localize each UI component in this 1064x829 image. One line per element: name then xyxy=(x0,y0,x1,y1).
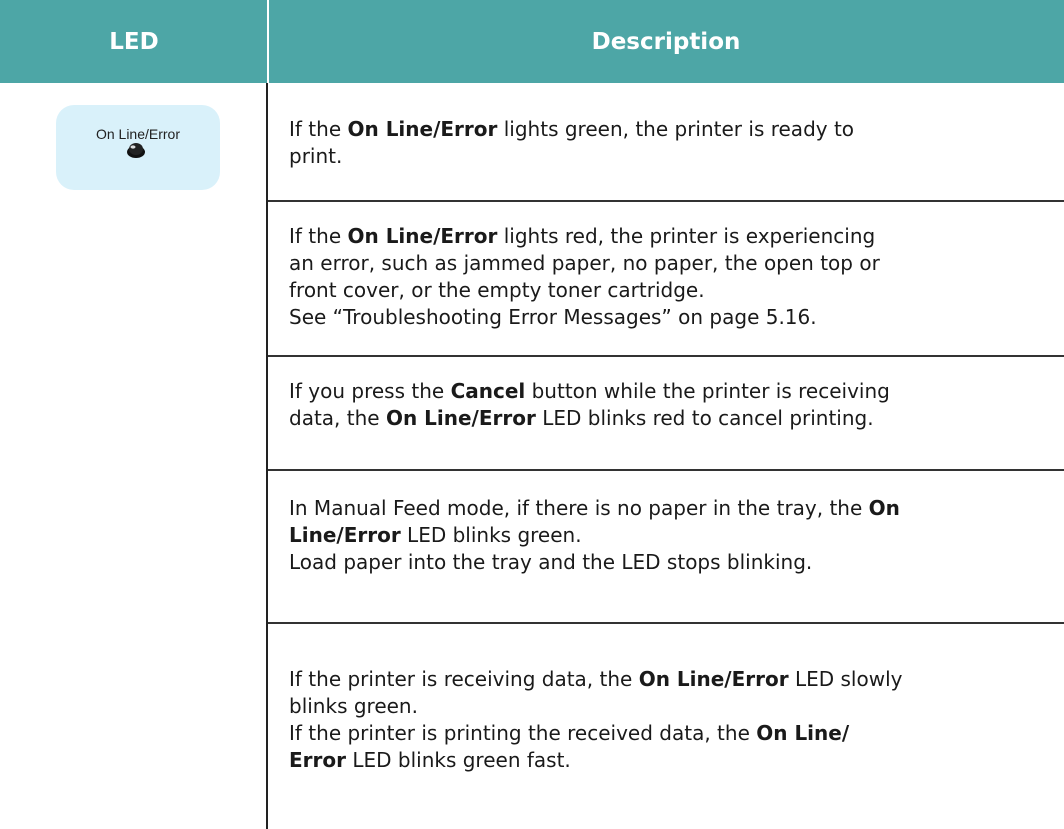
text-line: an error, such as jammed paper, no paper… xyxy=(289,250,1040,277)
row-text: If the printer is receiving data, the On… xyxy=(289,666,1040,774)
bold-term: On xyxy=(868,496,900,520)
text-segment: LED blinks green fast. xyxy=(346,748,571,772)
text-segment: an error, such as jammed paper, no paper… xyxy=(289,251,880,275)
description-row-5: If the printer is receiving data, the On… xyxy=(268,624,1064,829)
text-line: blinks green. xyxy=(289,693,1040,720)
text-segment: If you press the xyxy=(289,379,451,403)
text-segment: In Manual Feed mode, if there is no pape… xyxy=(289,496,869,520)
text-segment: data, the xyxy=(289,406,386,430)
text-segment: If the xyxy=(289,224,348,248)
text-line: print. xyxy=(289,143,1040,170)
text-line: If the printer is printing the received … xyxy=(289,720,1040,747)
row-text: If you press the Cancel button while the… xyxy=(289,378,1040,432)
bold-term: Line/Error xyxy=(289,523,401,547)
table-header: LED Description xyxy=(0,0,1064,83)
text-line: data, the On Line/Error LED blinks red t… xyxy=(289,405,1040,432)
text-line: See “Troubleshooting Error Messages” on … xyxy=(289,304,1040,331)
bold-term: On Line/Error xyxy=(638,667,789,691)
text-line: In Manual Feed mode, if there is no pape… xyxy=(289,495,1040,522)
bold-term: On Line/Error xyxy=(347,224,498,248)
text-segment: LED slowly xyxy=(788,667,903,691)
text-segment: lights red, the printer is experiencing xyxy=(497,224,876,248)
description-row-4: In Manual Feed mode, if there is no pape… xyxy=(268,471,1064,623)
row-text: If the On Line/Error lights green, the p… xyxy=(289,116,1040,170)
row-text: If the On Line/Error lights red, the pri… xyxy=(289,223,1040,331)
text-segment: LED blinks green. xyxy=(400,523,582,547)
text-segment: front cover, or the empty toner cartridg… xyxy=(289,278,705,302)
text-segment: blinks green. xyxy=(289,694,418,718)
text-segment: button while the printer is receiving xyxy=(525,379,890,403)
bold-term: On Line/Error xyxy=(347,117,498,141)
description-row-2: If the On Line/Error lights red, the pri… xyxy=(268,202,1064,356)
text-segment: LED blinks red to cancel printing. xyxy=(535,406,874,430)
text-line: Error LED blinks green fast. xyxy=(289,747,1040,774)
description-row-3: If you press the Cancel button while the… xyxy=(268,357,1064,470)
text-segment: If the xyxy=(289,117,348,141)
text-line: If the printer is receiving data, the On… xyxy=(289,666,1040,693)
led-label: On Line/Error xyxy=(95,126,181,142)
bold-term: Cancel xyxy=(450,379,526,403)
description-row-1: If the On Line/Error lights green, the p… xyxy=(268,83,1064,201)
text-segment: If the printer is printing the received … xyxy=(289,721,757,745)
text-line: Load paper into the tray and the LED sto… xyxy=(289,549,1040,576)
led-indicator-panel: On Line/Error xyxy=(56,105,220,190)
text-segment: print. xyxy=(289,144,343,168)
header-led: LED xyxy=(109,28,159,55)
bold-term: On Line/ xyxy=(756,721,850,745)
bold-term: Error xyxy=(289,748,346,772)
text-segment: Load paper into the tray and the LED sto… xyxy=(289,550,813,574)
led-description-table: LED Description On Line/Error If the On … xyxy=(0,0,1064,829)
text-line: front cover, or the empty toner cartridg… xyxy=(289,277,1040,304)
text-line: If the On Line/Error lights red, the pri… xyxy=(289,223,1040,250)
text-line: If you press the Cancel button while the… xyxy=(289,378,1040,405)
led-light-icon xyxy=(127,143,145,158)
text-segment: See “Troubleshooting Error Messages” on … xyxy=(289,305,817,329)
text-segment: lights green, the printer is ready to xyxy=(497,117,855,141)
bold-term: On Line/Error xyxy=(385,406,536,430)
row-text: In Manual Feed mode, if there is no pape… xyxy=(289,495,1040,576)
header-description: Description xyxy=(591,28,741,55)
text-line: Line/Error LED blinks green. xyxy=(289,522,1040,549)
text-segment: If the printer is receiving data, the xyxy=(289,667,639,691)
text-line: If the On Line/Error lights green, the p… xyxy=(289,116,1040,143)
